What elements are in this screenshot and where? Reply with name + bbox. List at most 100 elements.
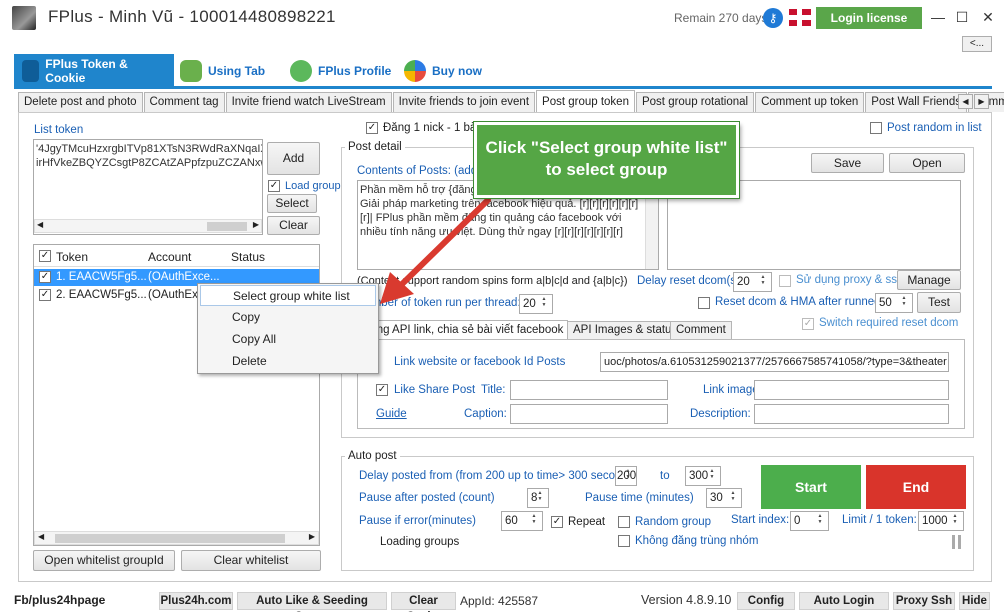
description-label: Description: bbox=[690, 408, 751, 420]
tab-buy-now[interactable]: Buy now bbox=[404, 54, 494, 87]
subtab-comment-tag[interactable]: Comment tag bbox=[143, 92, 225, 112]
start-button[interactable]: Start bbox=[761, 465, 861, 509]
use-proxy-checkbox[interactable] bbox=[779, 275, 791, 287]
clear-whitelist-button[interactable]: Clear whitelist bbox=[181, 550, 321, 571]
open-button[interactable]: Open bbox=[889, 153, 965, 173]
one-nick-label: Đăng 1 nick - 1 bài bbox=[383, 122, 479, 134]
menu-delete[interactable]: Delete bbox=[200, 351, 376, 372]
link-icon bbox=[180, 59, 202, 82]
repeat-checkbox[interactable]: ✓ bbox=[551, 516, 563, 528]
row-checkbox[interactable]: ✓ bbox=[39, 271, 51, 283]
people-icon bbox=[290, 59, 312, 82]
load-group-checkbox[interactable]: ✓ bbox=[268, 180, 280, 192]
subtab-delete-post[interactable]: Delete post and photo bbox=[18, 92, 143, 112]
pause-error-label: Pause if error(minutes) bbox=[359, 515, 476, 527]
reset-dcom-spinner[interactable]: 50 bbox=[875, 293, 913, 313]
subtab-invite-event[interactable]: Invite friends to join event bbox=[392, 92, 536, 112]
inner-tab-comment[interactable]: Comment bbox=[670, 321, 732, 339]
pause-time-spinner[interactable]: 30 bbox=[706, 488, 742, 508]
maximize-button[interactable]: ☐ bbox=[950, 6, 974, 28]
random-group-checkbox[interactable] bbox=[618, 516, 630, 528]
auto-post-title: Auto post bbox=[345, 450, 400, 462]
fb-page-link[interactable]: Fb/plus24hpage bbox=[14, 593, 105, 607]
pause-error-spinner[interactable]: 60 bbox=[501, 511, 543, 531]
tab-fplus-token-cookie[interactable]: FPlus Token & Cookie bbox=[14, 54, 174, 87]
switch-reset-checkbox[interactable]: ✓ bbox=[802, 318, 814, 330]
tab-scroll-left-icon[interactable]: ◀ bbox=[958, 94, 973, 109]
caption-input[interactable] bbox=[510, 404, 668, 424]
description-input[interactable] bbox=[754, 404, 949, 424]
select-button[interactable]: Select bbox=[267, 194, 317, 213]
token-per-thread-spinner[interactable]: 20 bbox=[519, 294, 553, 314]
row-checkbox[interactable]: ✓ bbox=[39, 289, 51, 301]
delay-to-spinner[interactable]: 300 bbox=[685, 466, 721, 486]
guide-link[interactable]: Guide bbox=[376, 408, 407, 420]
save-button[interactable]: Save bbox=[811, 153, 884, 173]
no-dup-checkbox[interactable] bbox=[618, 535, 630, 547]
minimize-button[interactable]: — bbox=[926, 6, 950, 28]
menu-copy[interactable]: Copy bbox=[200, 307, 376, 328]
post-detail-title: Post detail bbox=[345, 141, 405, 153]
open-whitelist-button[interactable]: Open whitelist groupId bbox=[33, 550, 175, 571]
tab-using-tab[interactable]: Using Tab bbox=[180, 54, 280, 87]
subtab-comment-up-token[interactable]: Comment up token bbox=[755, 92, 865, 112]
pause-after-spinner[interactable]: 8 bbox=[527, 488, 549, 508]
link-posts-input[interactable]: uoc/photos/a.610531259021377/25766675857… bbox=[600, 352, 949, 372]
back-button[interactable]: <... bbox=[962, 36, 992, 52]
menu-copy-all[interactable]: Copy All bbox=[200, 329, 376, 350]
menu-select-group-white-list[interactable]: Select group white list bbox=[200, 285, 376, 306]
token-hscroll[interactable]: ◀ ▶ bbox=[34, 219, 262, 233]
select-all-checkbox[interactable]: ✓ bbox=[39, 250, 51, 262]
title-label: Title: bbox=[481, 384, 506, 396]
key-icon[interactable]: ⚷ bbox=[763, 8, 783, 28]
plus24h-button[interactable]: Plus24h.com bbox=[159, 592, 233, 610]
subtab-post-wall-friends[interactable]: Post Wall Friends bbox=[865, 92, 967, 112]
grid-hscroll[interactable]: ◀ ▶ bbox=[34, 531, 319, 545]
inner-tab-api-images[interactable]: API Images & status bbox=[567, 321, 684, 339]
reset-dcom-checkbox[interactable] bbox=[698, 297, 710, 309]
inner-tab-api-link[interactable]: Đăng API link, chia sẻ bài viết facebook bbox=[357, 320, 569, 340]
clear-cache-button[interactable]: Clear Cache bbox=[391, 592, 456, 612]
contents-label: Contents of Posts: (add bbox=[357, 165, 478, 177]
tab-scroll-right-icon[interactable]: ▶ bbox=[974, 94, 989, 109]
col-account: Account bbox=[148, 250, 192, 264]
limit-spinner[interactable]: 1000 bbox=[918, 511, 964, 531]
config-button[interactable]: Config bbox=[737, 592, 795, 610]
window-title: FPlus - Minh Vũ - 100014480898221 bbox=[48, 7, 336, 26]
use-proxy-label: Sử dụng proxy & ssh bbox=[796, 274, 904, 286]
uk-flag-icon[interactable] bbox=[789, 9, 811, 26]
busy-indicator bbox=[952, 535, 962, 549]
load-group-label: Load group bbox=[285, 180, 341, 192]
random-group-label: Random group bbox=[635, 516, 712, 528]
repeat-label: Repeat bbox=[568, 516, 606, 528]
like-share-checkbox[interactable]: ✓ bbox=[376, 384, 388, 396]
end-button[interactable]: End bbox=[866, 465, 966, 509]
start-index-spinner[interactable]: 0 bbox=[790, 511, 829, 531]
manage-button[interactable]: Manage bbox=[897, 270, 961, 290]
limit-label: Limit / 1 token: bbox=[842, 514, 917, 526]
title-input[interactable] bbox=[510, 380, 668, 400]
auto-login-button[interactable]: Auto Login bbox=[799, 592, 889, 610]
callout-arrow-icon bbox=[380, 197, 491, 304]
tab-fplus-profile[interactable]: FPlus Profile bbox=[290, 54, 400, 87]
subtab-post-group-token[interactable]: Post group token bbox=[536, 90, 635, 112]
instruction-callout: Click "Select group white list" to selec… bbox=[473, 121, 740, 199]
close-button[interactable]: ✕ bbox=[976, 6, 1000, 28]
auto-like-button[interactable]: Auto Like & Seeding Com... bbox=[237, 592, 387, 612]
hide-button[interactable]: Hide bbox=[959, 592, 990, 610]
context-menu: Select group white list Copy Copy All De… bbox=[197, 283, 379, 374]
login-license-button[interactable]: Login license bbox=[816, 7, 922, 29]
bottle-icon bbox=[22, 59, 40, 82]
proxy-ssh-button[interactable]: Proxy Ssh bbox=[893, 592, 955, 610]
add-button[interactable]: Add bbox=[267, 142, 320, 175]
col-token: Token bbox=[56, 250, 89, 264]
test-button[interactable]: Test bbox=[917, 292, 961, 313]
post-random-checkbox[interactable] bbox=[870, 122, 882, 134]
one-nick-checkbox[interactable]: ✓ bbox=[366, 122, 378, 134]
subtab-post-group-rotational[interactable]: Post group rotational bbox=[635, 92, 755, 112]
link-image-input[interactable] bbox=[754, 380, 949, 400]
clear-button[interactable]: Clear bbox=[267, 216, 320, 235]
subtab-invite-livestream[interactable]: Invite friend watch LiveStream bbox=[225, 92, 392, 112]
delay-reset-spinner[interactable]: 20 bbox=[733, 272, 772, 292]
delay-from-spinner[interactable]: 200 bbox=[615, 466, 637, 486]
